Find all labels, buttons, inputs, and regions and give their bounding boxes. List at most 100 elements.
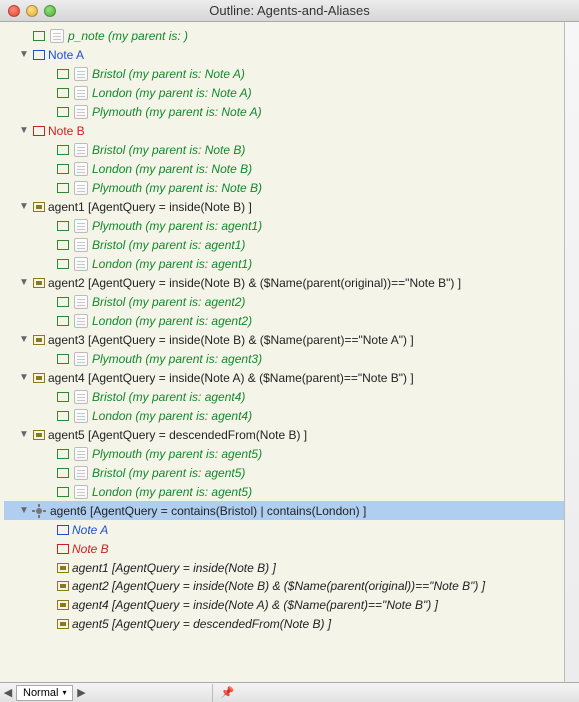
outline-row[interactable]: London (my parent is: agent4) [4, 406, 569, 425]
chevron-down-icon: ▾ [62, 686, 66, 700]
item-badge [57, 411, 69, 421]
note-icon [74, 352, 88, 366]
item-badge [57, 69, 69, 79]
note-icon [74, 238, 88, 252]
disclosure-triangle[interactable]: ▼ [18, 334, 30, 345]
disclosure-triangle[interactable]: ▼ [18, 277, 30, 288]
row-label: Bristol (my parent is: agent2) [92, 295, 245, 309]
outline-row[interactable]: Plymouth (my parent is: agent5) [4, 444, 569, 463]
note-icon [74, 390, 88, 404]
nav-prev-icon[interactable]: ◀ [0, 686, 16, 699]
window-title: Outline: Agents-and-Aliases [0, 3, 579, 18]
row-label: agent3 [AgentQuery = inside(Note B) & ($… [48, 333, 414, 347]
outline-row[interactable]: p_note (my parent is: ) [4, 26, 569, 45]
vertical-scrollbar[interactable] [564, 22, 579, 682]
outline-row[interactable]: Note A [4, 520, 569, 539]
outline-row[interactable]: ▼ agent3 [AgentQuery = inside(Note B) & (… [4, 330, 569, 349]
outline-row[interactable]: Bristol (my parent is: agent1) [4, 235, 569, 254]
outline-row[interactable]: Plymouth (my parent is: Note B) [4, 178, 569, 197]
outline-row[interactable]: London (my parent is: Note B) [4, 159, 569, 178]
item-badge [57, 88, 69, 98]
outline-row[interactable]: ▼agent6 [AgentQuery = contains(Bristol) … [4, 501, 569, 520]
row-label: agent1 [AgentQuery = inside(Note B) ] [72, 561, 276, 575]
note-icon [50, 29, 64, 43]
outline-row[interactable]: ▼ agent5 [AgentQuery = descendedFrom(Note… [4, 425, 569, 444]
outline-row[interactable]: Bristol (my parent is: agent2) [4, 292, 569, 311]
minimize-icon[interactable] [26, 5, 38, 17]
nav-next-icon[interactable]: ▶ [73, 686, 89, 699]
outline-row[interactable]: Bristol (my parent is: agent5) [4, 463, 569, 482]
item-badge [57, 563, 69, 573]
outline-row[interactable]: Plymouth (my parent is: agent1) [4, 216, 569, 235]
outline-row[interactable]: ▼ agent4 [AgentQuery = inside(Note A) & (… [4, 368, 569, 387]
row-label: agent4 [AgentQuery = inside(Note A) & ($… [72, 598, 438, 612]
item-badge [57, 240, 69, 250]
note-icon [74, 181, 88, 195]
note-icon [74, 447, 88, 461]
item-badge [57, 145, 69, 155]
outline-row[interactable]: London (my parent is: agent5) [4, 482, 569, 501]
outline-row[interactable]: agent1 [AgentQuery = inside(Note B) ] [4, 558, 569, 577]
close-icon[interactable] [8, 5, 20, 17]
item-badge [57, 581, 69, 591]
item-badge [57, 487, 69, 497]
item-badge [57, 221, 69, 231]
disclosure-triangle[interactable]: ▼ [18, 429, 30, 440]
note-icon [74, 162, 88, 176]
item-badge [57, 183, 69, 193]
view-mode-selector[interactable]: Normal ▾ [16, 685, 73, 701]
row-label: Bristol (my parent is: agent5) [92, 466, 245, 480]
note-icon [74, 86, 88, 100]
disclosure-triangle[interactable]: ▼ [18, 372, 30, 383]
outline-row[interactable]: agent2 [AgentQuery = inside(Note B) & ($… [4, 577, 569, 595]
note-icon [74, 143, 88, 157]
outline-row[interactable]: ▼ agent2 [AgentQuery = inside(Note B) & (… [4, 273, 569, 292]
outline-row[interactable]: ▼agent1 [AgentQuery = inside(Note B) ] [4, 197, 569, 216]
item-badge [33, 50, 45, 60]
outline-row[interactable]: ▼ Note A [4, 45, 569, 64]
row-label: Bristol (my parent is: agent4) [92, 390, 245, 404]
item-badge [57, 164, 69, 174]
item-badge [33, 278, 45, 288]
row-label: Note A [48, 48, 84, 62]
item-badge [57, 468, 69, 478]
item-badge [33, 31, 45, 41]
outline-row[interactable]: Plymouth (my parent is: Note A) [4, 102, 569, 121]
splitter-handle[interactable] [212, 684, 213, 702]
outline-row[interactable]: London (my parent is: Note A) [4, 83, 569, 102]
row-label: Plymouth (my parent is: Note A) [92, 105, 262, 119]
disclosure-triangle[interactable]: ▼ [18, 201, 30, 212]
row-label: London (my parent is: Note B) [92, 162, 252, 176]
item-badge [33, 126, 45, 136]
outline-row[interactable]: Note B [4, 539, 569, 558]
item-badge [33, 373, 45, 383]
row-label: agent4 [AgentQuery = inside(Note A) & ($… [48, 371, 414, 385]
outline-row[interactable]: London (my parent is: agent1) [4, 254, 569, 273]
item-badge [57, 619, 69, 629]
outline-view[interactable]: p_note (my parent is: ) ▼ Note A Bristol (m… [0, 22, 579, 682]
outline-row[interactable]: London (my parent is: agent2) [4, 311, 569, 330]
disclosure-triangle[interactable]: ▼ [18, 49, 30, 60]
item-badge [33, 335, 45, 345]
outline-row[interactable]: agent5 [AgentQuery = descendedFrom(Note … [4, 614, 569, 633]
outline-row[interactable]: Bristol (my parent is: agent4) [4, 387, 569, 406]
note-icon [74, 314, 88, 328]
item-badge [57, 316, 69, 326]
outline-row[interactable]: Bristol (my parent is: Note A) [4, 64, 569, 83]
item-badge [57, 259, 69, 269]
disclosure-triangle[interactable]: ▼ [18, 505, 30, 516]
outline-row[interactable]: Plymouth (my parent is: agent3) [4, 349, 569, 368]
outline-row[interactable]: agent4 [AgentQuery = inside(Note A) & ($… [4, 595, 569, 614]
row-label: agent5 [AgentQuery = descendedFrom(Note … [72, 617, 331, 631]
row-label: agent5 [AgentQuery = descendedFrom(Note … [48, 428, 307, 442]
item-badge [33, 202, 45, 212]
outline-row[interactable]: Bristol (my parent is: Note B) [4, 140, 569, 159]
disclosure-triangle[interactable]: ▼ [18, 125, 30, 136]
row-label: Bristol (my parent is: Note B) [92, 143, 245, 157]
zoom-icon[interactable] [44, 5, 56, 17]
outline-row[interactable]: ▼ Note B [4, 121, 569, 140]
row-label: agent2 [AgentQuery = inside(Note B) & ($… [48, 276, 461, 290]
row-label: Plymouth (my parent is: agent5) [92, 447, 262, 461]
row-label: Note B [48, 124, 85, 138]
pushpin-icon[interactable]: 📌 [220, 686, 234, 699]
